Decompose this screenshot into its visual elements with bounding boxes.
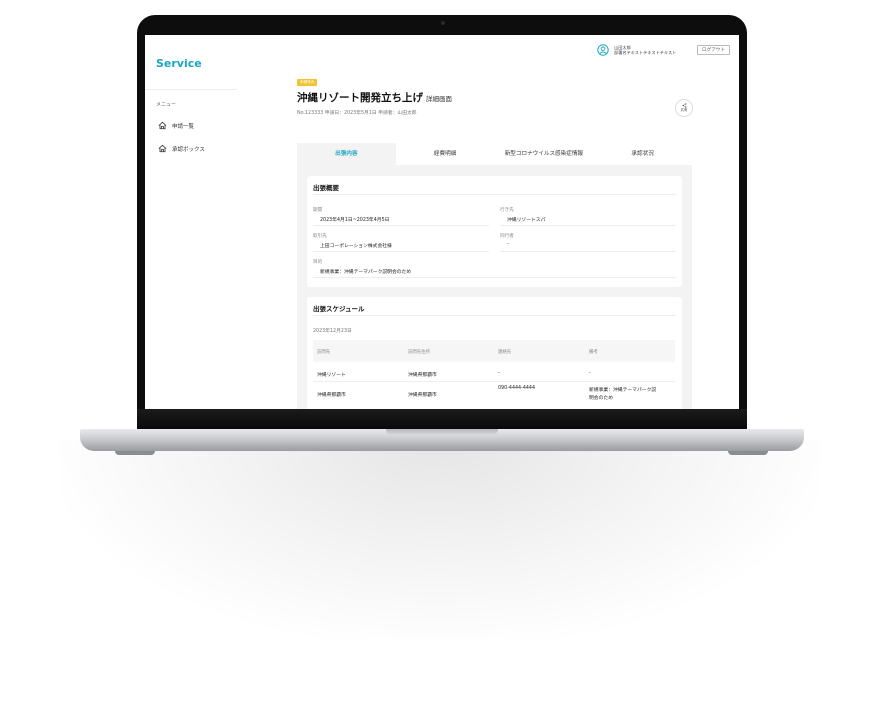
sidebar-item-applications[interactable]: 申請一覧: [158, 121, 194, 130]
schedule-title: 出張スケジュール: [313, 305, 365, 313]
laptop-shadow: [60, 440, 820, 640]
column-header: 訪問先: [317, 350, 331, 355]
divider: [500, 225, 676, 226]
page-title: 沖縄リゾート開発立ち上げ 詳細画面: [297, 90, 452, 105]
user-info[interactable]: 山田太郎 部署名テキストテキストテキスト: [597, 44, 676, 56]
home-icon: [158, 121, 167, 130]
divider: [313, 225, 489, 226]
sidebar-divider: [145, 89, 237, 90]
overview-title: 出張概要: [313, 184, 339, 192]
brand-logo[interactable]: Service: [156, 57, 202, 70]
table-cell: 新規事業：沖縄テーマパーク説: [589, 388, 657, 393]
sidebar-item-label: 承認ボックス: [172, 146, 205, 153]
sidebar: Service メニュー 申請一覧 承認ボックス: [145, 35, 240, 409]
laptop-foot-right: [728, 451, 768, 455]
purpose-value: 新規事業：沖縄テーマパーク説明会のため: [320, 270, 412, 275]
camera-dot: [441, 21, 445, 25]
user-dept: 部署名テキストテキストテキスト: [614, 50, 677, 55]
table-cell: 沖縄県那覇市: [317, 393, 346, 398]
schedule-card: 出張スケジュール 2023年12月23日 訪問先 訪問先住所 連絡先 備考 沖縄…: [307, 297, 682, 409]
menu-label: メニュー: [156, 102, 177, 108]
laptop-hinge: [137, 409, 747, 429]
table-cell: -: [498, 371, 500, 376]
column-header: 訪問先住所: [408, 350, 430, 355]
table-cell: 沖縄県那覇市: [408, 393, 437, 398]
schedule-table-header: 訪問先 訪問先住所 連絡先 備考: [313, 340, 675, 362]
divider: [313, 315, 676, 316]
table-cell: 090-4444-4444: [498, 386, 536, 391]
share-label: 共有: [680, 108, 688, 112]
period-value: 2023年4月1日~2023年4月5日: [320, 218, 390, 223]
page-title-suffix: 詳細画面: [426, 95, 452, 103]
destination-value: 沖縄リゾートスパ: [507, 218, 546, 223]
divider: [313, 194, 676, 195]
tab-bar: 出張内容 経費明細 新型コロナウイルス感染症情報 承認状況: [297, 143, 692, 165]
tab-trip-details[interactable]: 出張内容: [297, 143, 396, 165]
laptop-notch: [386, 429, 498, 435]
sidebar-item-label: 申請一覧: [172, 123, 195, 130]
tab-covid-info[interactable]: 新型コロナウイルス感染症情報: [494, 143, 594, 165]
app-screen: Service メニュー 申請一覧 承認ボックス 山田太郎 部署名テキストテキス…: [145, 35, 739, 409]
divider: [313, 381, 675, 382]
overview-card: 出張概要 期間 2023年4月1日~2023年4月5日 行き先 沖縄リゾートスパ…: [307, 176, 682, 287]
tab-panel: 出張概要 期間 2023年4月1日~2023年4月5日 行き先 沖縄リゾートスパ…: [297, 165, 692, 409]
home-icon: [158, 144, 167, 153]
column-header: 備考: [589, 350, 598, 355]
purpose-label: 目的: [313, 260, 323, 265]
table-cell: 沖縄県那覇市: [408, 373, 437, 378]
user-avatar-icon: [597, 44, 609, 56]
divider: [313, 251, 489, 252]
laptop-foot-left: [115, 451, 155, 455]
table-cell: 明会のため: [589, 396, 613, 401]
client-value: 上田コーポレーション株式会社様: [320, 244, 392, 249]
schedule-date: 2023年12月23日: [313, 329, 352, 334]
column-header: 連絡先: [498, 350, 512, 355]
period-label: 期間: [313, 208, 323, 213]
tab-expenses[interactable]: 経費明細: [395, 143, 495, 165]
client-label: 取引先: [313, 234, 327, 239]
logout-button[interactable]: ログアウト: [697, 45, 730, 55]
table-cell: -: [589, 371, 591, 376]
divider: [500, 251, 676, 252]
share-button[interactable]: 共有: [675, 99, 693, 117]
tab-approval-status[interactable]: 承認状況: [593, 143, 692, 165]
companion-value: -: [507, 242, 509, 247]
status-badge: 申請済み: [297, 79, 318, 86]
divider: [313, 277, 676, 278]
page-title-text: 沖縄リゾート開発立ち上げ: [297, 92, 423, 104]
destination-label: 行き先: [500, 208, 514, 213]
sidebar-item-approval-box[interactable]: 承認ボックス: [158, 144, 205, 153]
companion-label: 同行者: [500, 234, 514, 239]
table-cell: 沖縄リゾート: [317, 373, 346, 378]
request-meta: No.123333 申請日：2023年5月1日 申請者：山田太郎: [297, 111, 417, 116]
